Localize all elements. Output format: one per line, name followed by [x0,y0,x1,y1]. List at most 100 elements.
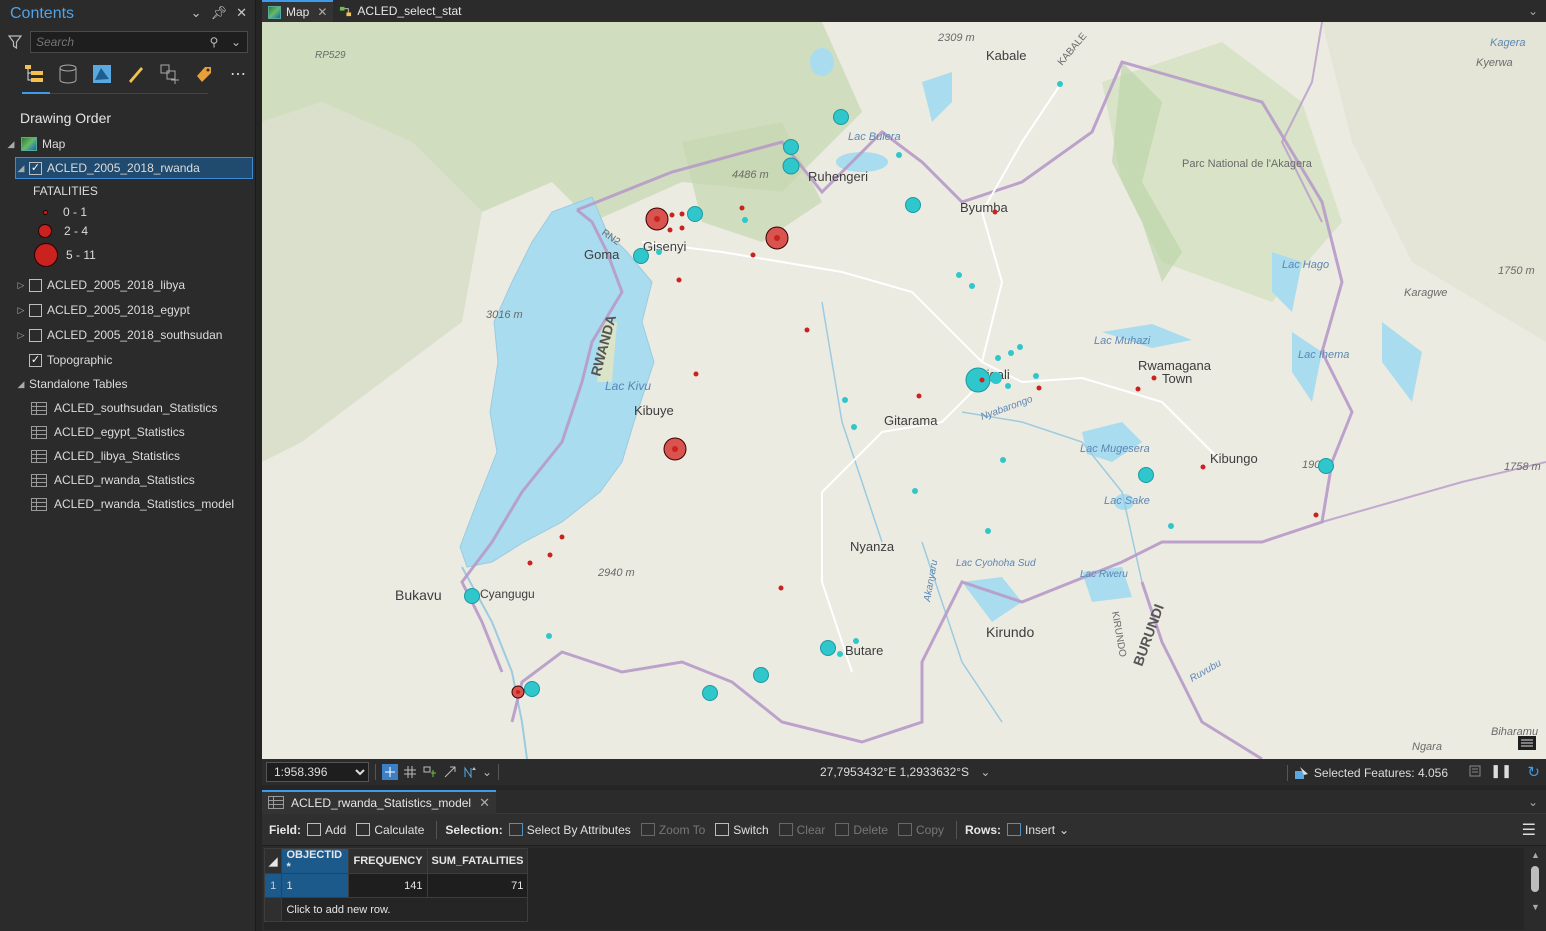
zoom-to-button[interactable]: Zoom To [640,823,705,837]
tree-item-egypt-layer[interactable]: ▷ ACLED_2005_2018_egypt [16,299,190,321]
close-icon[interactable]: ✕ [479,795,490,811]
selected-event-point[interactable] [783,139,799,155]
clear-selection-button[interactable]: Clear [778,823,825,837]
chevron-down-icon[interactable]: ⌄ [980,765,990,779]
selected-features[interactable]: Selected Features: 4.056 [1286,765,1448,781]
tree-item-standalone-tables[interactable]: ◢ Standalone Tables [16,373,128,395]
select-all-corner[interactable]: ◢ [263,848,283,874]
map-tips-icon[interactable] [1518,736,1536,750]
chevron-down-icon[interactable]: ⌄ [482,765,492,779]
tree-item-table[interactable]: ACLED_rwanda_Statistics [31,469,195,491]
scroll-up-icon[interactable]: ▲ [1531,850,1540,860]
row-header[interactable]: 1 [263,873,283,898]
expand-triangle-icon[interactable]: ▷ [16,280,26,291]
selected-event-point[interactable] [905,197,921,213]
column-header-objectid[interactable]: OBJECTID * [281,848,350,874]
column-header-frequency[interactable]: FREQUENCY [348,848,428,874]
filter-icon[interactable] [8,34,22,50]
tree-item-table[interactable]: ACLED_libya_Statistics [31,445,180,467]
cell-frequency[interactable]: 141 [348,873,428,898]
layer-visibility-checkbox[interactable] [29,278,42,292]
navigation-mode-icon[interactable] [382,764,398,780]
more-options-icon[interactable]: ⋯ [226,62,250,86]
selected-event-point[interactable] [633,248,649,264]
layer-visibility-checkbox[interactable] [29,303,42,317]
selected-event-point[interactable] [820,640,836,656]
selected-event-point[interactable] [753,667,769,683]
map-canvas[interactable]: Kabale Ruhengeri Byumba Gisenyi Goma Kig… [262,22,1546,759]
selected-event-point[interactable] [1138,467,1154,483]
collapse-triangle-icon[interactable]: ◢ [6,139,16,150]
tabs-dropdown-chevron-icon[interactable]: ⌄ [1528,4,1538,18]
tree-item-table[interactable]: ACLED_southsudan_Statistics [31,397,217,419]
tree-item-table[interactable]: ACLED_egypt_Statistics [31,421,185,443]
copy-button[interactable]: Copy [898,823,944,837]
selected-event-point[interactable] [782,157,800,175]
tree-item-topographic[interactable]: ✓ Topographic [26,349,112,371]
layer-visibility-checkbox[interactable]: ✓ [29,161,42,175]
delete-button[interactable]: Delete [835,823,888,837]
tree-item-southsudan-layer[interactable]: ▷ ACLED_2005_2018_southsudan [16,324,223,346]
selected-event-point[interactable] [524,681,540,697]
map-view[interactable]: Kabale Ruhengeri Byumba Gisenyi Goma Kig… [262,22,1546,759]
chevron-down-icon[interactable]: ⌄ [1528,795,1538,809]
search-input[interactable] [36,35,203,49]
refresh-cache-icon[interactable] [1468,764,1482,781]
switch-selection-button[interactable]: Switch [715,823,769,837]
add-row[interactable]: Click to add new row. [263,897,529,922]
list-by-source-icon[interactable] [56,62,80,86]
collapse-triangle-icon[interactable]: ◢ [16,163,26,174]
scroll-thumb[interactable] [1531,866,1539,892]
layer-visibility-checkbox[interactable] [29,328,42,342]
list-by-drawing-order-icon[interactable] [22,62,46,86]
tab-map[interactable]: Map ✕ [262,0,334,22]
add-row-prompt[interactable]: Click to add new row. [281,897,529,922]
close-icon[interactable]: ✕ [317,5,327,19]
coordinates-readout[interactable]: 27,7953432°E 1,2933632°S ⌄ [820,765,990,779]
pause-drawing-icon[interactable]: ❚❚ [1490,763,1512,779]
close-icon[interactable]: ✕ [236,5,247,21]
list-by-labeling-icon[interactable] [192,62,216,86]
pin-icon[interactable]: 📌︎ [211,5,228,21]
search-box[interactable]: ⚲ ⌄ [30,31,248,53]
tree-item-map[interactable]: ◢ Map [6,133,65,155]
selected-event-point[interactable] [702,685,718,701]
north-arrow-icon[interactable] [462,764,478,780]
list-by-snapping-icon[interactable] [158,62,182,86]
list-by-editing-icon[interactable] [124,62,148,86]
cell-objectid[interactable]: 1 [281,873,350,898]
list-by-selection-icon[interactable] [90,62,114,86]
table-vertical-scrollbar[interactable]: ▲ ▼ [1530,850,1540,914]
tab-attribute-table[interactable]: ACLED_rwanda_Statistics_model ✕ [262,789,496,814]
scale-dropdown[interactable]: 1:958.396 [266,762,369,782]
column-header-sum-fatalities[interactable]: SUM_FATALITIES [426,848,529,874]
collapse-triangle-icon[interactable]: ◢ [16,379,26,390]
selected-event-point[interactable] [965,367,991,393]
selected-event-point[interactable] [833,109,849,125]
layer-visibility-checkbox[interactable]: ✓ [29,353,42,367]
snapping-icon[interactable] [422,764,438,780]
tab-model[interactable]: ACLED_select_stat [333,0,467,22]
tree-item-table[interactable]: ACLED_rwanda_Statistics_model [31,493,234,515]
cell-sum-fatalities[interactable]: 71 [426,873,529,898]
insert-row-button[interactable]: Insert ⌄ [1007,823,1069,837]
tree-item-rwanda-layer[interactable]: ◢ ✓ ACLED_2005_2018_rwanda [15,157,253,179]
select-by-attributes-button[interactable]: Select By Attributes [508,823,631,837]
search-options-chevron-icon[interactable]: ⌄ [225,35,247,49]
tree-item-libya-layer[interactable]: ▷ ACLED_2005_2018_libya [16,274,186,296]
selected-event-point[interactable] [464,588,480,604]
expand-triangle-icon[interactable]: ▷ [16,330,26,341]
selected-event-point[interactable] [1318,458,1334,474]
table-menu-icon[interactable]: ☰ [1522,820,1536,840]
table-row[interactable]: 1 1 141 71 [263,873,529,898]
expand-triangle-icon[interactable]: ▷ [16,305,26,316]
calculate-field-button[interactable]: Calculate [356,823,424,837]
add-field-button[interactable]: Add [307,823,346,837]
refresh-icon[interactable]: ↻ [1527,763,1540,781]
constraints-icon[interactable] [442,764,458,780]
search-icon[interactable]: ⚲ [203,35,225,49]
grid-icon[interactable] [402,764,418,780]
selected-event-point[interactable] [687,206,703,222]
chevron-down-icon[interactable]: ⌄ [191,5,202,21]
scroll-down-icon[interactable]: ▼ [1531,902,1540,912]
